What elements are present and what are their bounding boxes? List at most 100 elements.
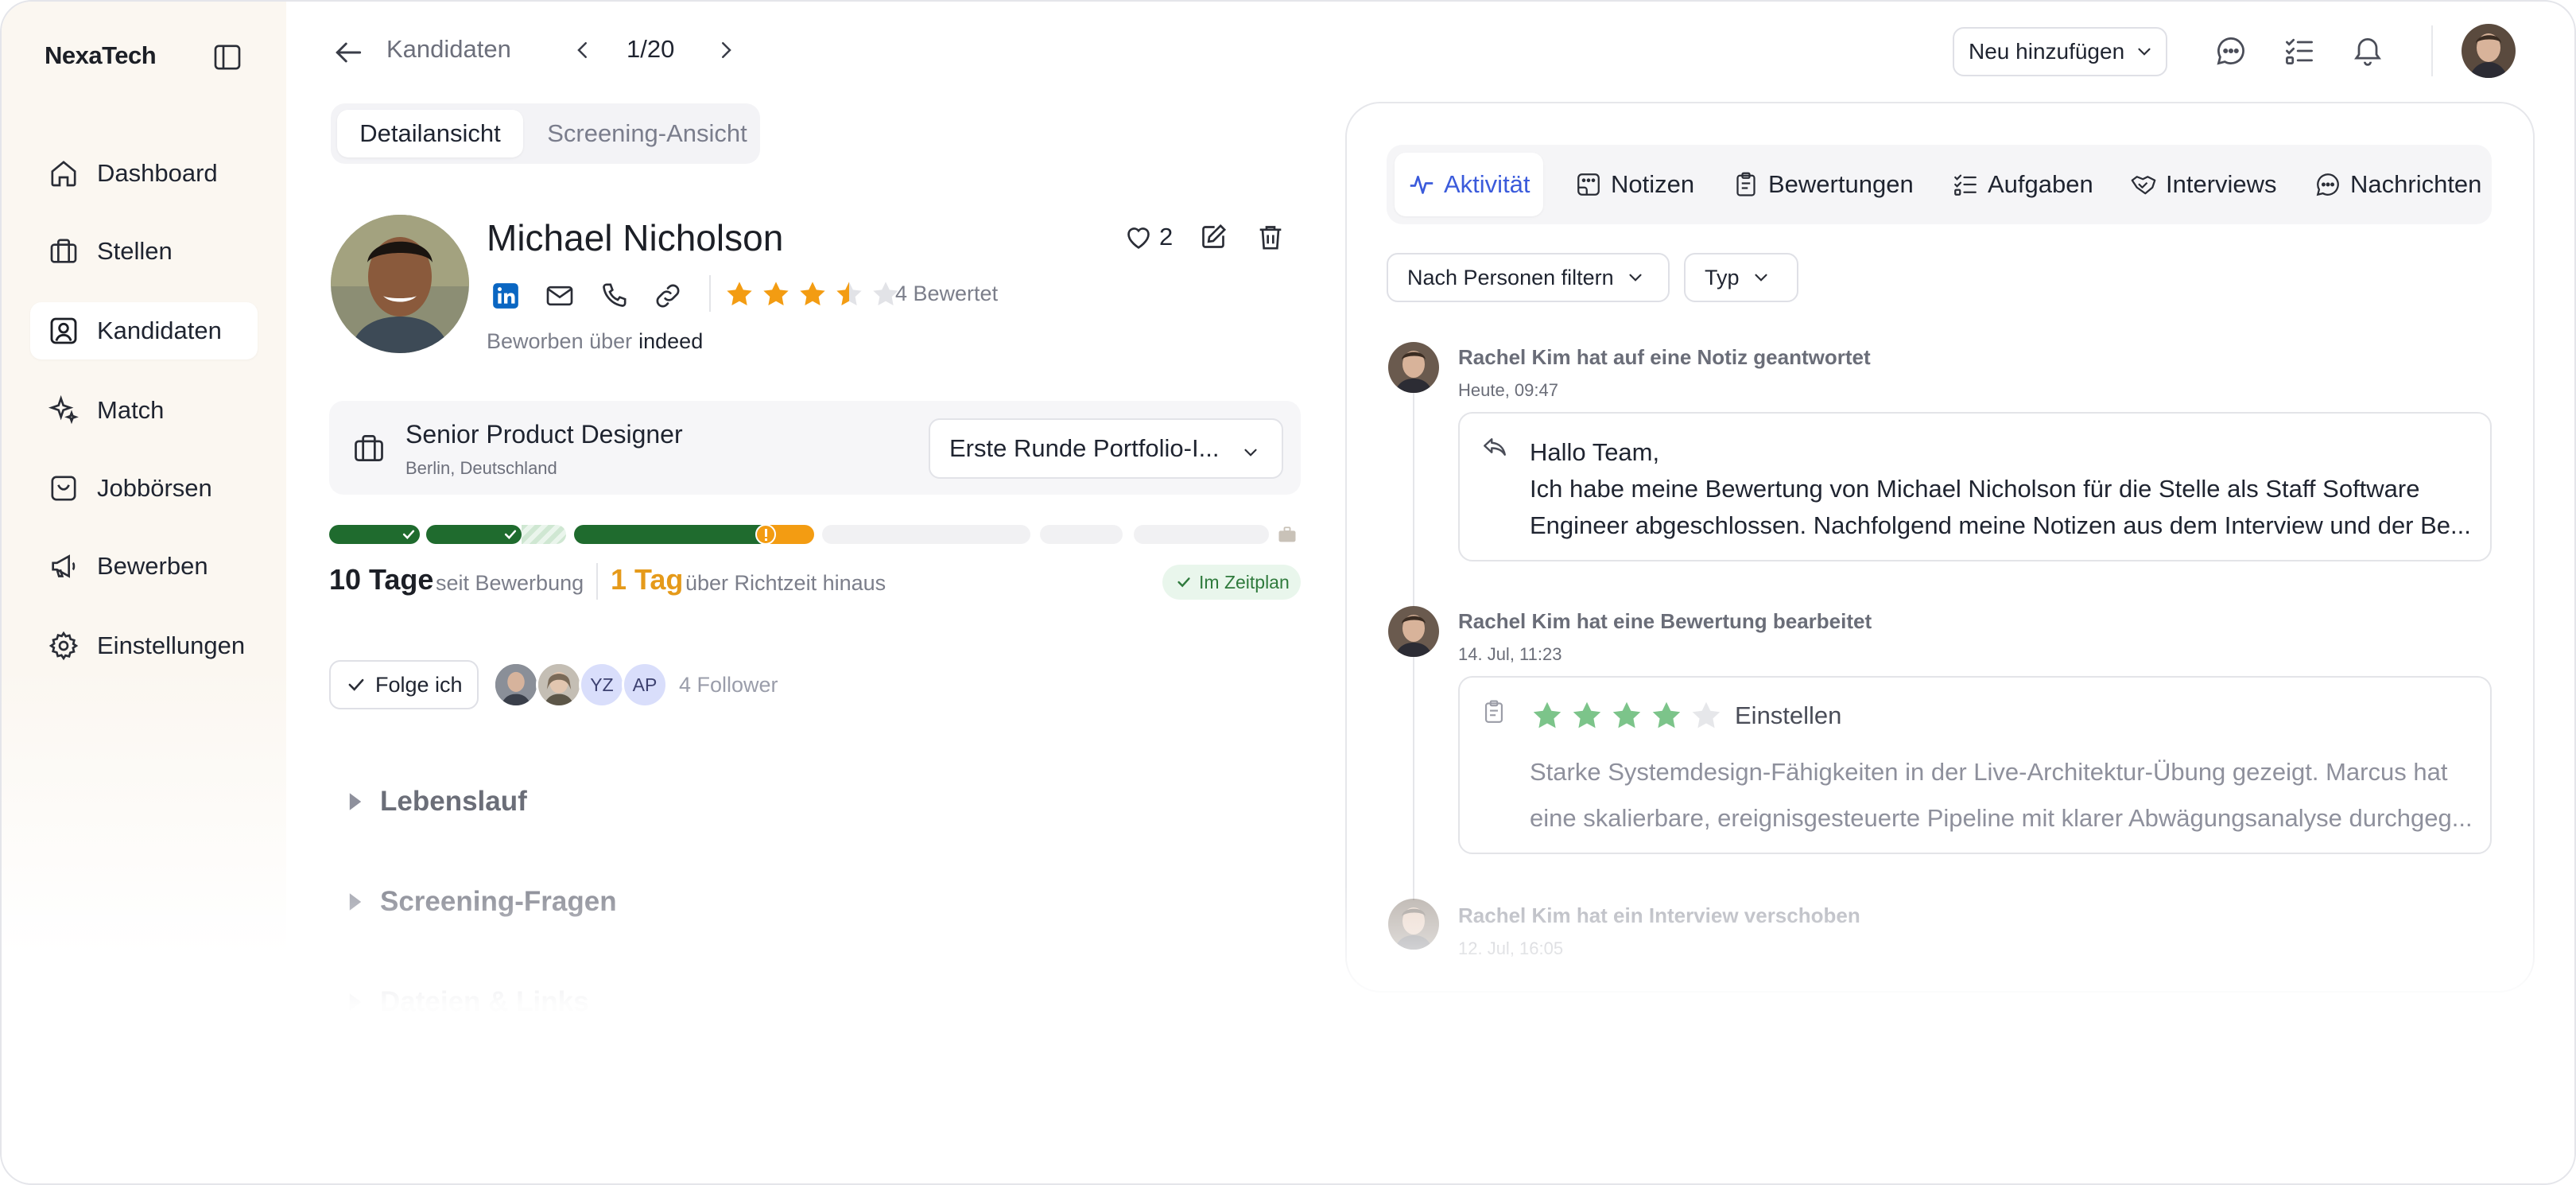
review-line: eine skalierbare, ereignisgesteuerte Pip…	[1530, 804, 2473, 832]
tab-detail-view[interactable]: Detailansicht	[337, 110, 523, 157]
sidebar-item-dashboard[interactable]: Dashboard	[30, 145, 258, 202]
stage-progress-1	[329, 525, 420, 544]
candidate-name: Michael Nicholson	[487, 217, 784, 258]
tab-screening-view[interactable]: Screening-Ansicht	[534, 110, 760, 157]
candidate-photo	[331, 215, 469, 353]
clipboard-icon	[1480, 698, 1507, 725]
pager-count: 1/20	[627, 35, 675, 63]
sidebar-item-label: Kandidaten	[97, 317, 222, 344]
stage-select[interactable]: Erste Runde Portfolio-I...	[929, 418, 1283, 479]
sidebar-item-label: Dashboard	[97, 159, 218, 187]
activity-card-review[interactable]: Einstellen Starke Systemdesign-Fähigkeit…	[1458, 676, 2492, 854]
chevron-left-icon[interactable]	[571, 38, 595, 62]
section-resume[interactable]: Lebenslauf	[348, 786, 527, 818]
edit-icon[interactable]	[1197, 221, 1229, 253]
user-avatar[interactable]	[2462, 24, 2516, 78]
star-icon	[836, 282, 862, 305]
section-files-links[interactable]: Dateien & Links	[348, 986, 589, 1018]
tab-label: Notizen	[1611, 170, 1695, 198]
tab-activity[interactable]: Aktivität	[1395, 153, 1543, 216]
chat-icon[interactable]	[2213, 33, 2248, 68]
sidebar-toggle-icon[interactable]	[211, 41, 243, 73]
filter-label: Typ	[1705, 265, 1740, 289]
chevron-right-icon[interactable]	[714, 38, 738, 62]
activity-avatar[interactable]	[1388, 899, 1439, 950]
add-new-label: Neu hinzufügen	[1969, 39, 2125, 64]
sidebar-item-match[interactable]: Match	[30, 382, 258, 439]
people-filter-select[interactable]: Nach Personen filtern	[1387, 253, 1670, 302]
tab-notes[interactable]: Notizen	[1574, 153, 1694, 216]
stage-progress-2	[426, 525, 522, 544]
like-button[interactable]: 2	[1123, 221, 1173, 253]
activity-headline: Rachel Kim hat auf eine Notiz geantworte…	[1458, 345, 1871, 369]
sidebar-item-bewerben[interactable]: Bewerben	[30, 538, 258, 595]
star-icon	[800, 282, 825, 305]
stage-progress-6	[1134, 525, 1269, 544]
tab-label: Aufgaben	[1988, 170, 2093, 198]
briefcase-hired-icon	[1275, 523, 1299, 546]
tasks-icon[interactable]	[2282, 33, 2317, 68]
follower-avatar[interactable]: YZ	[579, 662, 625, 708]
follower-avatar[interactable]	[493, 662, 539, 708]
sidebar: NexaTech Dashboard Stellen Kandidaten Ma…	[2, 2, 286, 956]
sidebar-item-einstellungen[interactable]: Einstellungen	[30, 617, 258, 674]
sidebar-item-kandidaten[interactable]: Kandidaten	[30, 302, 258, 359]
review-line: Starke Systemdesign-Fähigkeiten in der L…	[1530, 758, 2448, 786]
message-line: Engineer abgeschlossen. Nachfolgend mein…	[1530, 511, 2471, 539]
follow-button[interactable]: Folge ich	[329, 660, 479, 709]
check-icon	[402, 530, 415, 539]
linkedin-icon[interactable]	[490, 280, 522, 312]
section-title: Dateien & Links	[380, 986, 589, 1017]
days-since-application: 10 Tage	[329, 563, 434, 596]
tab-messages[interactable]: Nachrichten	[2314, 153, 2481, 216]
review-stars	[1530, 698, 1728, 733]
sidebar-item-stellen[interactable]: Stellen	[30, 223, 258, 280]
job-card: Senior Product Designer Berlin, Deutschl…	[329, 401, 1301, 495]
link-icon[interactable]	[652, 280, 684, 312]
chevron-down-icon	[1629, 274, 1642, 282]
activity-avatar[interactable]	[1388, 606, 1439, 657]
applied-via-source[interactable]: indeed	[638, 329, 703, 353]
days-since-label: seit Bewerbung	[436, 571, 584, 595]
sidebar-item-jobboersen[interactable]: Jobbörsen	[30, 460, 258, 517]
status-label: Im Zeitplan	[1199, 571, 1290, 592]
applied-via: Beworben über indeed	[487, 329, 703, 354]
activity-icon	[1410, 175, 1433, 194]
activity-card-note-reply[interactable]: Hallo Team, Ich habe meine Bewertung von…	[1458, 412, 2492, 561]
section-screening-questions[interactable]: Screening-Fragen	[348, 886, 617, 918]
back-arrow-icon[interactable]	[331, 35, 366, 70]
phone-icon[interactable]	[598, 280, 630, 312]
inbox-icon	[46, 471, 81, 506]
follower-avatar[interactable]	[536, 662, 582, 708]
sparkle-icon	[46, 393, 81, 428]
chevron-down-icon	[1754, 274, 1767, 282]
follower-count[interactable]: 4 Follower	[679, 673, 778, 697]
activity-avatar[interactable]	[1388, 342, 1439, 393]
breadcrumb[interactable]: Kandidaten	[386, 35, 511, 64]
like-count: 2	[1159, 223, 1174, 251]
warning-icon	[755, 524, 776, 545]
trash-icon[interactable]	[1255, 221, 1286, 253]
stage-progress-4	[822, 525, 1030, 544]
stage-progress-2-buffer	[522, 525, 566, 544]
tab-label: Bewertungen	[1768, 170, 1914, 198]
sidebar-item-label: Einstellungen	[97, 631, 246, 659]
bell-icon[interactable]	[2350, 33, 2385, 68]
overdue-days: 1 Tag	[611, 563, 684, 596]
job-title[interactable]: Senior Product Designer	[405, 420, 683, 449]
mail-icon[interactable]	[544, 280, 576, 312]
tab-tasks[interactable]: Aufgaben	[1951, 153, 2093, 216]
reply-icon	[1480, 433, 1509, 461]
tasks-icon	[1954, 174, 1977, 196]
briefcase-icon	[46, 234, 81, 269]
tab-interviews[interactable]: Interviews	[2129, 153, 2277, 216]
add-new-button[interactable]: Neu hinzufügen	[1953, 27, 2167, 76]
type-filter-select[interactable]: Typ	[1684, 253, 1798, 302]
sidebar-item-label: Match	[97, 396, 165, 424]
tab-reviews[interactable]: Bewertungen	[1732, 153, 1914, 216]
user-square-icon	[46, 313, 81, 348]
message-line: Hallo Team,	[1530, 438, 1660, 466]
applied-via-label: Beworben über	[487, 329, 633, 353]
follower-avatar[interactable]: AP	[622, 662, 668, 708]
activity-headline: Rachel Kim hat ein Interview verschoben	[1458, 903, 1860, 927]
